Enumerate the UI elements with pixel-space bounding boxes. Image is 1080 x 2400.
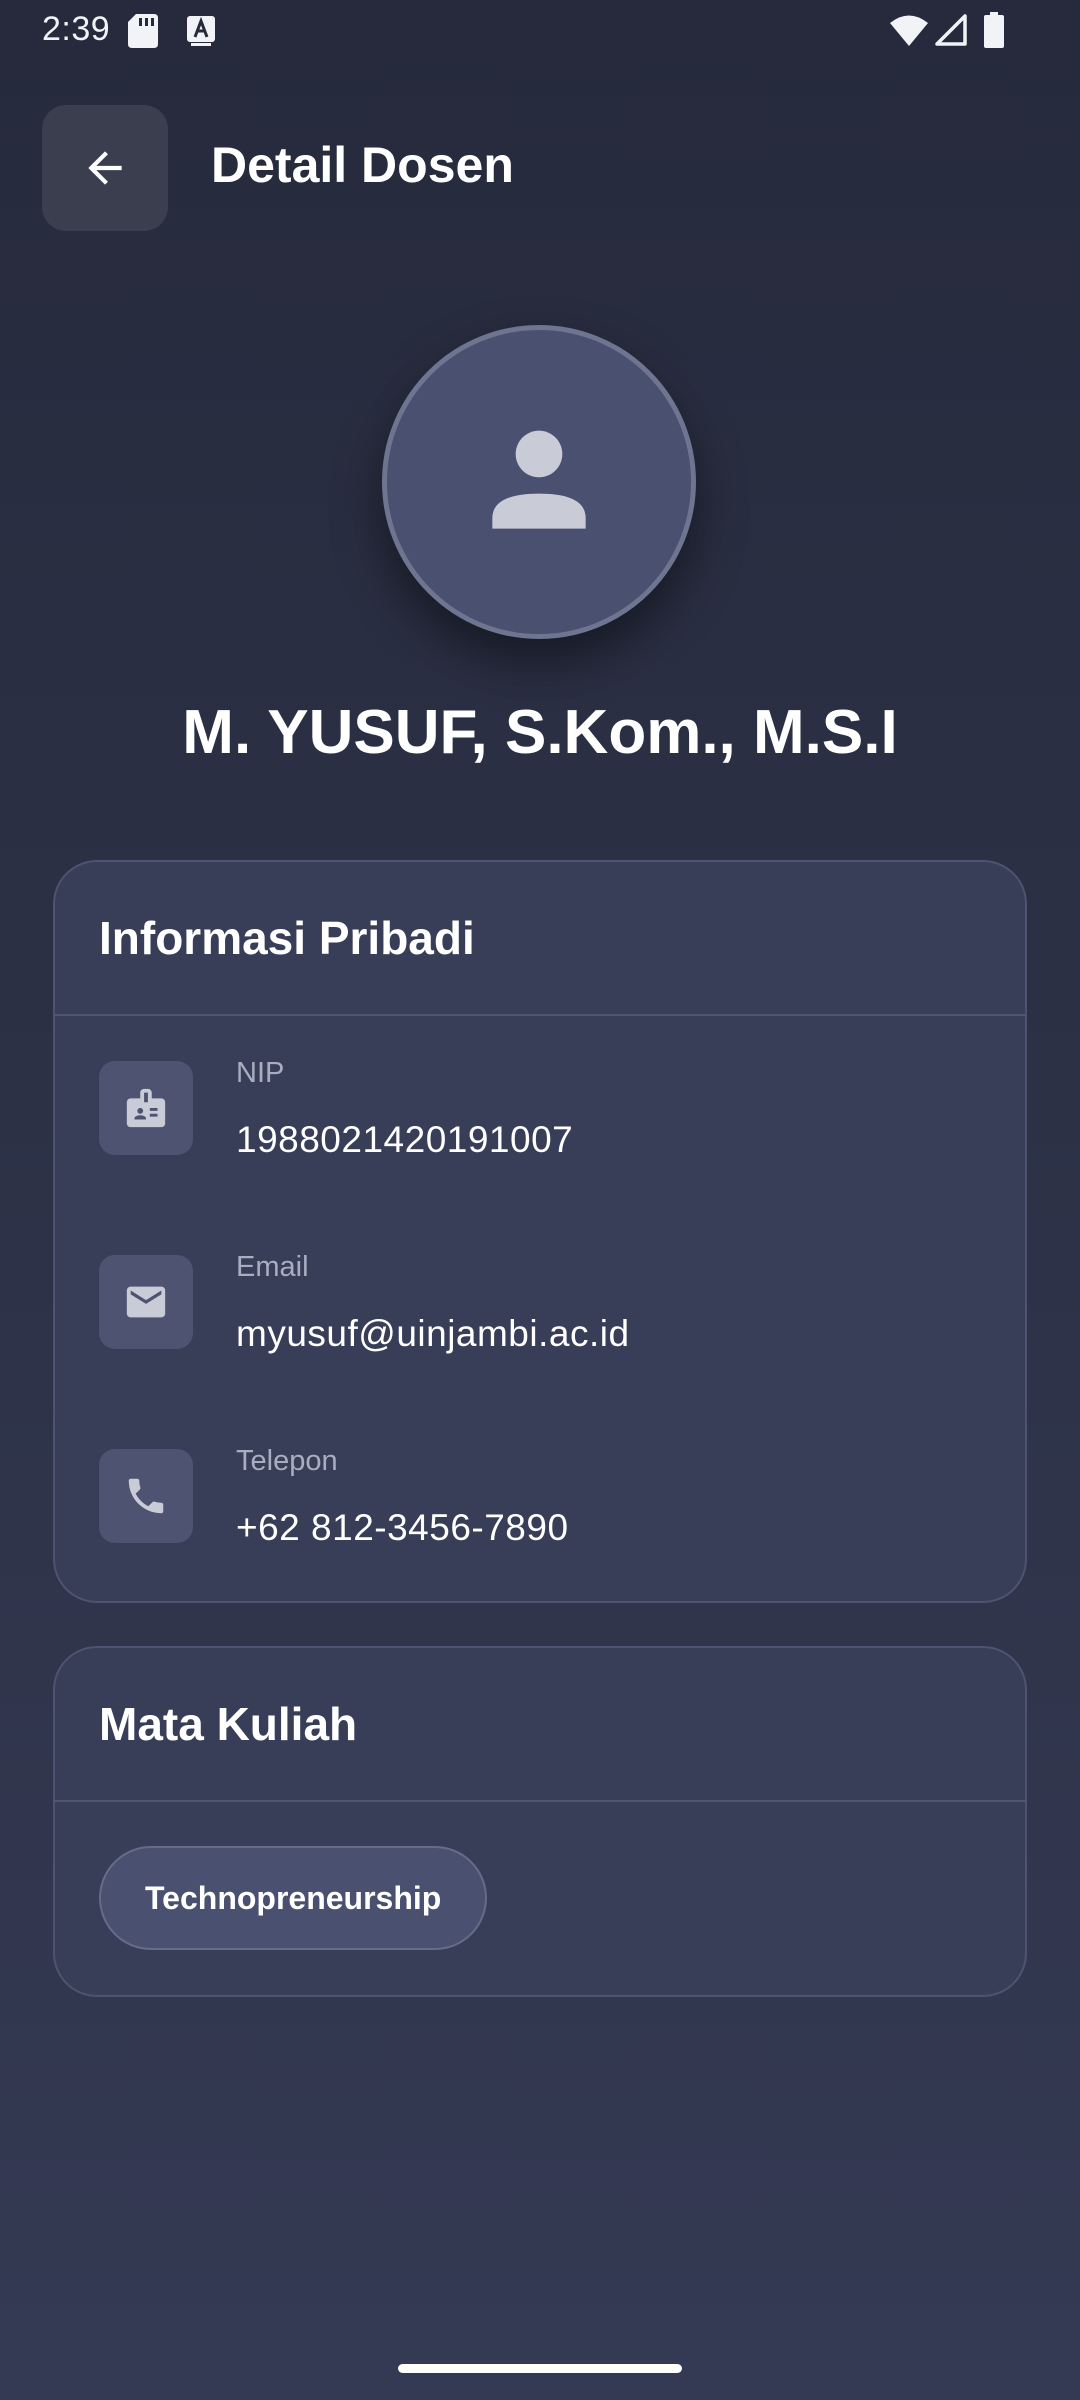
person-icon [492,430,586,529]
course-chip[interactable]: Technopreneurship [99,1846,488,1950]
page-title: Detail Dosen [211,137,514,193]
personal-info-title: Informasi Pribadi [99,912,475,964]
phone-label: Telepon [236,1445,338,1477]
badge-icon [126,1088,166,1128]
status-bar: 2:39 [0,0,1080,64]
mail-icon [126,1286,166,1318]
home-indicator[interactable] [398,2364,682,2373]
battery-icon [984,12,1004,48]
email-value[interactable]: myusuf@uinjambi.ac.id [236,1313,630,1355]
nip-icon-box [99,1061,193,1155]
phone-icon [128,1478,164,1514]
phone-row: Telepon +62 812-3456-7890 [99,1445,979,1548]
wifi-icon [890,15,928,46]
nip-label: NIP [236,1057,285,1089]
email-label: Email [236,1251,309,1283]
courses-title: Mata Kuliah [99,1698,358,1750]
avatar [382,325,696,639]
personal-info-header: Informasi Pribadi [55,862,1025,1016]
status-time: 2:39 [42,10,111,48]
courses-header: Mata Kuliah [55,1648,1025,1802]
arrow-back-icon [88,151,122,185]
lecturer-name: M. YUSUF, S.Kom., M.S.I [182,698,898,767]
courses-card: Mata Kuliah Technopreneurship [53,1646,1027,1997]
nip-value: 1988021420191007 [236,1119,574,1160]
sd-card-icon [128,14,158,48]
signal-icon [935,14,967,46]
personal-info-card: Informasi Pribadi NIP 1988021420191007 E… [53,860,1027,1603]
phone-icon-box [99,1449,193,1543]
nip-row: NIP 1988021420191007 [99,1057,979,1160]
keyboard-a-icon [187,16,215,46]
email-icon-box [99,1255,193,1349]
back-button[interactable] [42,105,168,231]
email-row: Email myusuf@uinjambi.ac.id [99,1251,979,1354]
phone-value[interactable]: +62 812-3456-7890 [236,1507,569,1549]
